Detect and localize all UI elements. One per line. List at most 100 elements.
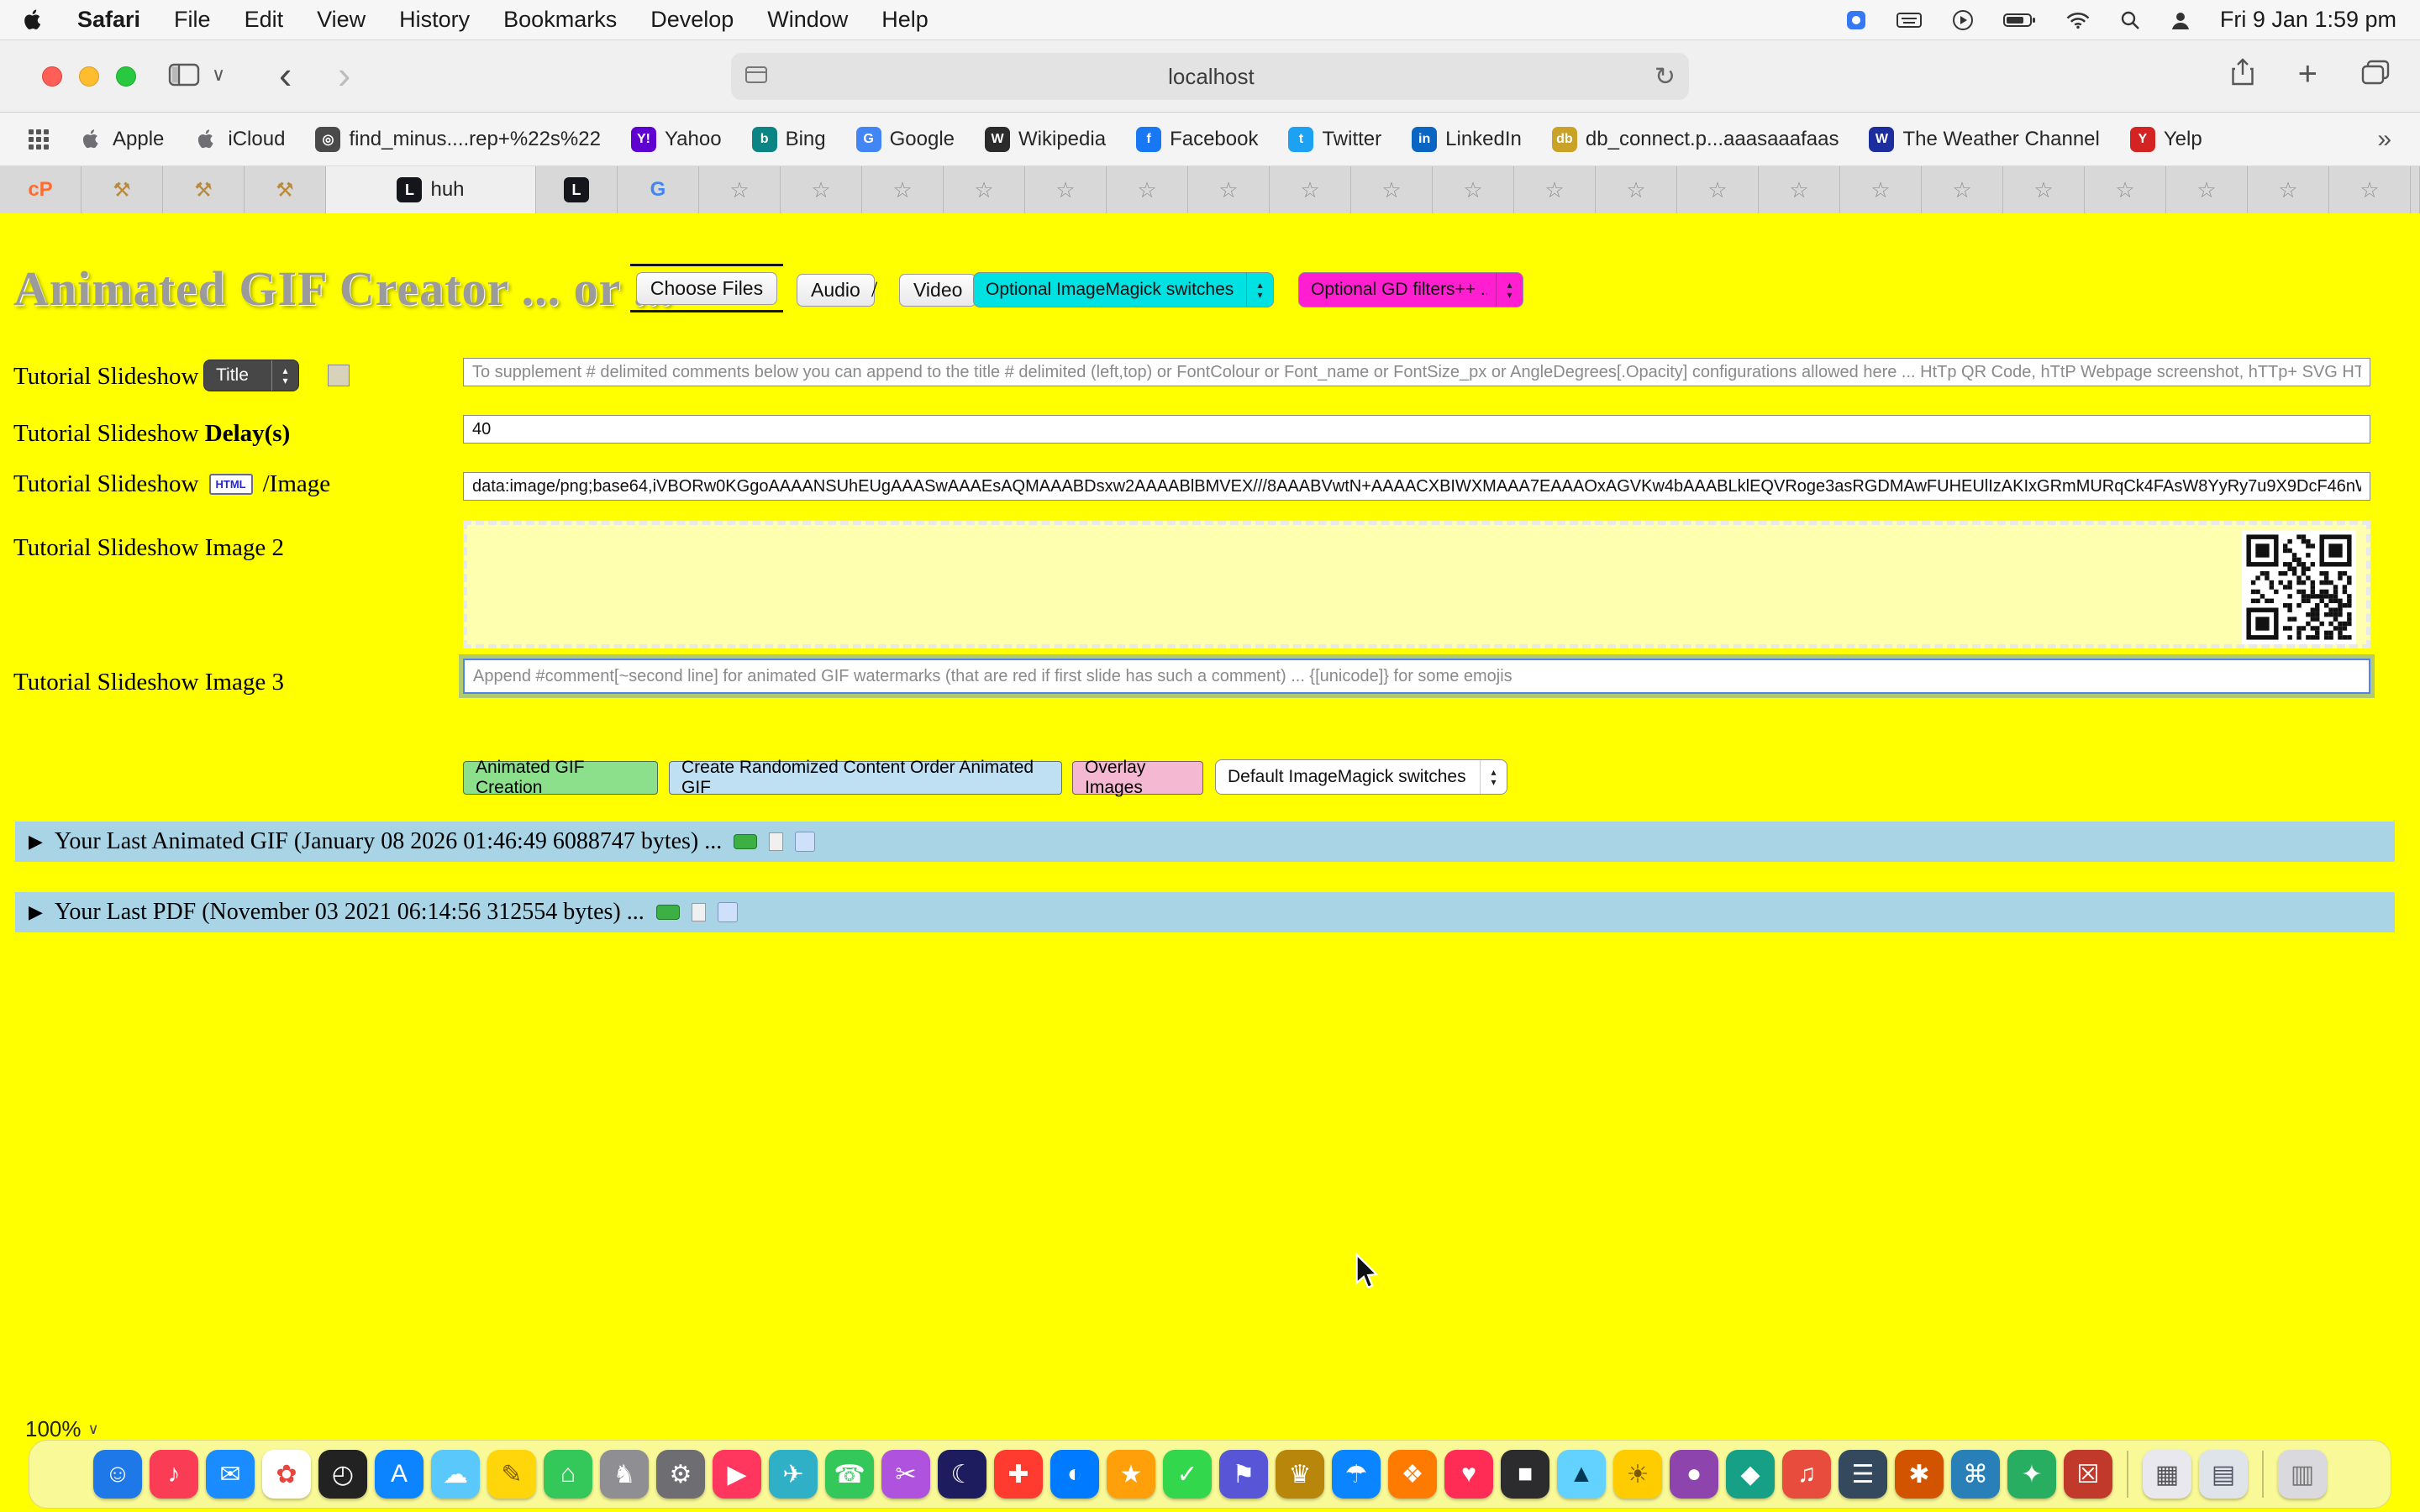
dock-clock-icon[interactable]: ◴ xyxy=(318,1450,367,1499)
bookmark-db-connect-p-aaasaaafaas[interactable]: dbdb_connect.p...aaasaaafaas xyxy=(1552,127,1839,152)
file-input[interactable]: Choose Files xyxy=(630,264,783,312)
address-bar[interactable]: localhost ↻ xyxy=(731,53,1689,100)
tab-bookmark-star[interactable]: ☆ xyxy=(1351,166,1433,213)
menu-item-bookmarks[interactable]: Bookmarks xyxy=(503,7,617,33)
bookmark-facebook[interactable]: fFacebook xyxy=(1136,127,1258,152)
dock-editor-icon[interactable]: ✂ xyxy=(881,1450,930,1499)
tab-bookmark-star[interactable]: ☆ xyxy=(1025,166,1107,213)
randomized-gif-button[interactable]: Create Randomized Content Order Animated… xyxy=(669,761,1062,795)
back-button[interactable]: ‹ xyxy=(279,54,292,96)
new-tab-button[interactable]: + xyxy=(2298,57,2317,91)
dock-photos-icon[interactable]: ✿ xyxy=(262,1450,311,1499)
battery-icon[interactable] xyxy=(2003,12,2037,29)
bookmark-icloud[interactable]: iCloud xyxy=(194,127,285,152)
dock-terminal-icon[interactable]: ■ xyxy=(1501,1450,1549,1499)
doc-icon[interactable] xyxy=(769,832,783,851)
bookmark-wikipedia[interactable]: WWikipedia xyxy=(985,127,1106,152)
bookmark-yelp[interactable]: YYelp xyxy=(2130,127,2202,152)
tab-bookmark-star[interactable]: ☆ xyxy=(1188,166,1270,213)
menu-item-help[interactable]: Help xyxy=(881,7,929,33)
badge-green-icon[interactable] xyxy=(734,834,757,849)
tab-bookmark-star[interactable]: ☆ xyxy=(1922,166,2003,213)
doc-icon[interactable] xyxy=(692,903,706,921)
dock-flag-icon[interactable]: ⚑ xyxy=(1219,1450,1268,1499)
bookmark-twitter[interactable]: tTwitter xyxy=(1288,127,1381,152)
pinned-tab-tool[interactable]: ⚒ xyxy=(163,166,245,213)
dock-app-store-icon[interactable]: A xyxy=(375,1450,424,1499)
dock-delta-icon[interactable]: ▲ xyxy=(1557,1450,1606,1499)
dock-tasks-icon[interactable]: ✓ xyxy=(1163,1450,1212,1499)
last-animated-gif-section[interactable]: ▶ Your Last Animated GIF (January 08 202… xyxy=(15,822,2395,862)
tab-active-huh[interactable]: L huh xyxy=(326,166,536,213)
tab-bookmark-star[interactable]: ☆ xyxy=(1677,166,1759,213)
zoom-window-button[interactable] xyxy=(116,66,136,87)
tab-bookmark-star[interactable]: ☆ xyxy=(1596,166,1677,213)
paste-icon[interactable] xyxy=(795,832,815,852)
tab-bookmark-star[interactable]: ☆ xyxy=(1270,166,1351,213)
dock-cloud-icon[interactable]: ☁ xyxy=(431,1450,480,1499)
bookmarks-grid-icon[interactable] xyxy=(29,129,49,150)
gd-filters-select[interactable]: Optional GD filters++ ... ▴▾ xyxy=(1298,272,1523,307)
tab-bookmark-star[interactable]: ☆ xyxy=(1840,166,1922,213)
tab-bookmark-star[interactable]: ☆ xyxy=(2166,166,2248,213)
tab-bookmark-star[interactable]: ☆ xyxy=(2003,166,2085,213)
play-circle-icon[interactable] xyxy=(1951,8,1975,32)
menu-item-window[interactable]: Window xyxy=(767,7,848,33)
tab-overview-icon[interactable] xyxy=(2361,60,2390,89)
title-select[interactable]: Title ▴▾ xyxy=(203,360,299,391)
close-window-button[interactable] xyxy=(42,66,62,87)
imagemagick-switches-select[interactable]: Optional ImageMagick switches ... ▴▾ xyxy=(973,272,1274,307)
dock-favorites-icon[interactable]: ★ xyxy=(1107,1450,1155,1499)
dock-diamond-icon[interactable]: ◆ xyxy=(1726,1450,1775,1499)
app-badge-icon[interactable] xyxy=(1845,9,1867,31)
dock-gems-icon[interactable]: ❖ xyxy=(1388,1450,1437,1499)
data-uri-input[interactable] xyxy=(463,472,2370,501)
user-icon[interactable] xyxy=(2170,9,2191,31)
image2-drop-area[interactable] xyxy=(463,521,2370,648)
dock-night-icon[interactable]: ☾ xyxy=(938,1450,986,1499)
dock-love-icon[interactable]: ♥ xyxy=(1444,1450,1493,1499)
pinned-tab-tool[interactable]: ⚒ xyxy=(82,166,163,213)
tab-l[interactable]: L xyxy=(536,166,618,213)
pinned-tab-cpanel[interactable]: cP xyxy=(0,166,82,213)
reload-icon[interactable]: ↻ xyxy=(1655,62,1676,92)
dock-downloads-icon[interactable]: ▦ xyxy=(2143,1450,2191,1499)
disclosure-triangle-icon[interactable]: ▶ xyxy=(29,901,43,923)
dock-finder-icon[interactable]: ☺ xyxy=(93,1450,142,1499)
menu-item-view[interactable]: View xyxy=(317,7,366,33)
menu-item-safari[interactable]: Safari xyxy=(77,7,140,33)
tab-bookmark-star[interactable]: ☆ xyxy=(781,166,862,213)
tab-google[interactable]: G xyxy=(618,166,699,213)
bookmark-yahoo[interactable]: Y!Yahoo xyxy=(631,127,722,152)
badge-green-icon[interactable] xyxy=(656,905,680,920)
dock-spark-icon[interactable]: ✦ xyxy=(2007,1450,2056,1499)
dock-command-icon[interactable]: ⌘ xyxy=(1951,1450,2000,1499)
dock-asterisk-icon[interactable]: ✱ xyxy=(1895,1450,1944,1499)
spotlight-search-icon[interactable] xyxy=(2119,9,2141,31)
animated-gif-creation-button[interactable]: Animated GIF Creation xyxy=(463,761,658,795)
tab-bookmark-star[interactable]: ☆ xyxy=(2329,166,2411,213)
dock-media-icon[interactable]: ♫ xyxy=(1782,1450,1831,1499)
dock-tv-icon[interactable]: ▶ xyxy=(713,1450,761,1499)
overlay-images-button[interactable]: Overlay Images xyxy=(1072,761,1203,795)
dock-mail-icon[interactable]: ✉ xyxy=(206,1450,255,1499)
pinned-tab-tool[interactable]: ⚒ xyxy=(245,166,326,213)
bookmark-apple[interactable]: Apple xyxy=(79,127,164,152)
menu-item-file[interactable]: File xyxy=(174,7,211,33)
tab-bookmark-star[interactable]: ☆ xyxy=(1107,166,1188,213)
bookmark-the-weather-channel[interactable]: WThe Weather Channel xyxy=(1869,127,2099,152)
bookmarks-overflow-icon[interactable]: » xyxy=(2377,125,2391,154)
apple-menu-icon[interactable] xyxy=(24,8,44,32)
tab-bookmark-star[interactable]: ☆ xyxy=(944,166,1025,213)
dock-contrast-icon[interactable]: ◐ xyxy=(1050,1450,1099,1499)
dock-travel-icon[interactable]: ✈ xyxy=(769,1450,818,1499)
tab-bookmark-star[interactable]: ☆ xyxy=(1433,166,1514,213)
audio-button[interactable]: Audio xyxy=(797,274,875,307)
menu-item-history[interactable]: History xyxy=(399,7,470,33)
menu-item-develop[interactable]: Develop xyxy=(650,7,734,33)
dock-folder-icon[interactable]: ▤ xyxy=(2199,1450,2248,1499)
delay-input[interactable] xyxy=(463,415,2370,444)
dock-health-icon[interactable]: ✚ xyxy=(994,1450,1043,1499)
dock-sun-icon[interactable]: ☀ xyxy=(1613,1450,1662,1499)
tab-bookmark-star[interactable]: ☆ xyxy=(1759,166,1840,213)
